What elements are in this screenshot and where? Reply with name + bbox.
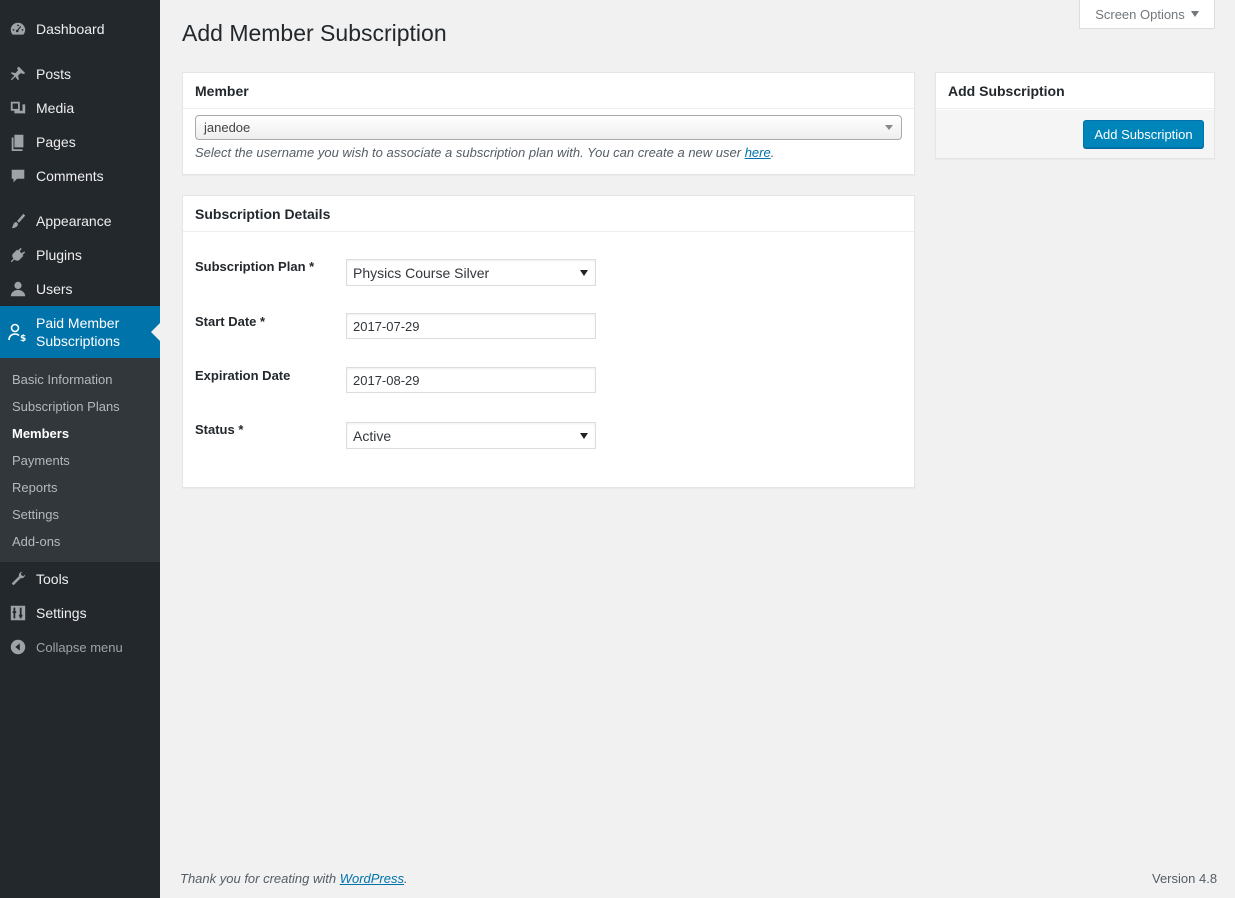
chevron-down-icon bbox=[580, 270, 588, 276]
menu-label: Plugins bbox=[36, 247, 82, 263]
footer-thanks: Thank you for creating with WordPress. bbox=[180, 871, 408, 886]
subscription-plan-value: Physics Course Silver bbox=[353, 264, 490, 281]
start-date-input[interactable]: 2017-07-29 bbox=[346, 313, 596, 339]
wrench-icon bbox=[0, 570, 36, 588]
member-select[interactable]: janedoe bbox=[195, 115, 902, 140]
menu-settings[interactable]: Settings bbox=[0, 596, 160, 630]
status-select[interactable]: Active bbox=[346, 422, 596, 449]
member-select-value: janedoe bbox=[204, 120, 251, 135]
create-user-link[interactable]: here bbox=[745, 145, 771, 160]
submenu-reports[interactable]: Reports bbox=[12, 480, 58, 495]
submenu-settings[interactable]: Settings bbox=[12, 507, 59, 522]
dashboard-icon bbox=[0, 20, 36, 38]
panel-title: Member bbox=[183, 73, 914, 109]
menu-label: Collapse menu bbox=[36, 639, 123, 655]
media-icon bbox=[0, 99, 36, 117]
active-arrow bbox=[151, 323, 160, 341]
menu-comments[interactable]: Comments bbox=[0, 159, 160, 193]
submenu-basic-information[interactable]: Basic Information bbox=[12, 372, 112, 387]
expiration-date-value: 2017-08-29 bbox=[353, 372, 420, 388]
menu-label: Posts bbox=[36, 66, 72, 82]
plug-icon bbox=[0, 246, 36, 264]
menu-label: Media bbox=[36, 100, 75, 116]
status-value: Active bbox=[353, 427, 392, 444]
pushpin-icon bbox=[0, 65, 36, 83]
screen-options-button[interactable]: Screen Options bbox=[1079, 0, 1215, 29]
menu-label: Users bbox=[36, 281, 73, 297]
add-subscription-button[interactable]: Add Subscription bbox=[1083, 120, 1204, 148]
submenu-payments[interactable]: Payments bbox=[12, 453, 70, 468]
collapse-menu-button[interactable]: Collapse menu bbox=[0, 630, 160, 664]
subscription-details-panel: Subscription Details Subscription Plan *… bbox=[182, 195, 915, 488]
menu-label: Comments bbox=[36, 168, 104, 184]
subscription-plan-select[interactable]: Physics Course Silver bbox=[346, 259, 596, 286]
panel-title: Subscription Details bbox=[183, 196, 914, 232]
collapse-left-icon bbox=[0, 638, 36, 656]
menu-label: Tools bbox=[36, 571, 69, 587]
menu-dashboard[interactable]: Dashboard bbox=[0, 12, 160, 46]
panel-title: Add Subscription bbox=[936, 73, 1214, 109]
submenu-members[interactable]: Members bbox=[12, 426, 69, 441]
chevron-down-icon bbox=[885, 125, 893, 130]
status-label: Status * bbox=[195, 422, 244, 437]
page-title: Add Member Subscription bbox=[182, 20, 447, 46]
user-icon bbox=[0, 280, 36, 298]
footer-thanks-suffix: . bbox=[404, 871, 408, 886]
expiration-date-label: Expiration Date bbox=[195, 368, 291, 383]
menu-pages[interactable]: Pages bbox=[0, 125, 160, 159]
menu-label: Paid Member Subscriptions bbox=[36, 315, 121, 349]
menu-posts[interactable]: Posts bbox=[0, 57, 160, 91]
menu-plugins[interactable]: Plugins bbox=[0, 238, 160, 272]
svg-text:$: $ bbox=[20, 334, 26, 342]
submenu-subscription-plans[interactable]: Subscription Plans bbox=[12, 399, 120, 414]
comment-icon bbox=[0, 167, 36, 185]
sliders-icon bbox=[0, 604, 36, 622]
pages-icon bbox=[0, 133, 36, 151]
member-description: Select the username you wish to associat… bbox=[195, 145, 774, 160]
add-subscription-panel: Add Subscription Add Subscription bbox=[935, 72, 1215, 159]
subscription-plan-label: Subscription Plan * bbox=[195, 259, 315, 274]
menu-appearance[interactable]: Appearance bbox=[0, 204, 160, 238]
caret-down-icon bbox=[1190, 11, 1199, 17]
footer-thanks-text: Thank you for creating with bbox=[180, 871, 340, 886]
chevron-down-icon bbox=[580, 433, 588, 439]
screen-options-label: Screen Options bbox=[1095, 6, 1185, 22]
menu-paid-member-subscriptions[interactable]: $ Paid Member Subscriptions bbox=[0, 306, 160, 358]
submenu: Basic Information Subscription Plans Mem… bbox=[0, 358, 160, 562]
expiration-date-input[interactable]: 2017-08-29 bbox=[346, 367, 596, 393]
wordpress-link[interactable]: WordPress bbox=[340, 871, 404, 886]
menu-users[interactable]: Users bbox=[0, 272, 160, 306]
menu-tools[interactable]: Tools bbox=[0, 562, 160, 596]
footer-version: Version 4.8 bbox=[1152, 871, 1218, 886]
start-date-value: 2017-07-29 bbox=[353, 318, 420, 334]
submenu-add-ons[interactable]: Add-ons bbox=[12, 534, 60, 549]
member-dollar-icon: $ bbox=[0, 322, 36, 342]
member-panel: Member janedoe Select the username you w… bbox=[182, 72, 915, 175]
menu-label: Dashboard bbox=[36, 21, 105, 37]
menu-label: Appearance bbox=[36, 213, 112, 229]
brush-icon bbox=[0, 212, 36, 230]
member-description-suffix: . bbox=[770, 145, 775, 160]
admin-sidebar: Dashboard Posts Media Pages Comments App… bbox=[0, 0, 160, 898]
member-description-text: Select the username you wish to associat… bbox=[195, 145, 745, 160]
menu-media[interactable]: Media bbox=[0, 91, 160, 125]
start-date-label: Start Date * bbox=[195, 314, 266, 329]
menu-label: Pages bbox=[36, 134, 76, 150]
menu-label: Settings bbox=[36, 605, 87, 621]
